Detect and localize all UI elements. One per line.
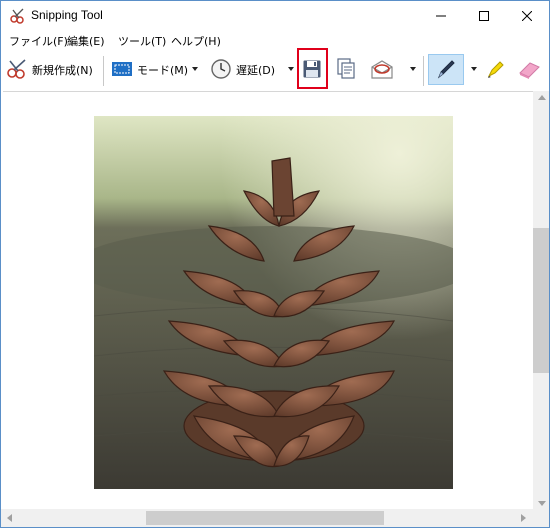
scrollbar-corner — [534, 509, 549, 527]
scroll-up-arrow[interactable] — [538, 95, 546, 100]
window-title: Snipping Tool — [31, 8, 103, 22]
menu-edit[interactable]: 編集(E) — [67, 33, 105, 49]
scroll-left-arrow[interactable] — [7, 514, 12, 522]
delay-button[interactable]: 遅延(D) — [210, 58, 275, 82]
send-email-icon — [370, 58, 396, 83]
mode-dropdown-arrow[interactable] — [192, 67, 198, 71]
delay-label: 遅延(D) — [236, 64, 276, 77]
maximize-button[interactable] — [461, 1, 507, 31]
save-icon — [302, 59, 322, 82]
minimize-button[interactable] — [418, 1, 464, 31]
close-button[interactable] — [504, 1, 549, 31]
copy-icon — [336, 57, 356, 83]
new-snip-icon — [6, 58, 28, 82]
new-snip-button[interactable]: 新規作成(N) — [6, 58, 93, 82]
delay-dropdown-arrow[interactable] — [288, 67, 294, 71]
snipping-tool-window: Snipping Tool ファイル(F) 編集(E) ツール(T) ヘルプ(H… — [0, 0, 550, 528]
pen-tool[interactable] — [436, 58, 456, 82]
menu-bar: ファイル(F) 編集(E) ツール(T) ヘルプ(H) — [1, 31, 549, 51]
snipping-tool-icon — [10, 8, 26, 24]
menu-file[interactable]: ファイル(F) — [9, 33, 68, 49]
send-dropdown-arrow[interactable] — [410, 67, 416, 71]
menu-help[interactable]: ヘルプ(H) — [171, 33, 221, 49]
title-bar[interactable]: Snipping Tool — [1, 1, 549, 31]
mode-button[interactable]: モード(M) — [111, 58, 188, 82]
mode-label: モード(M) — [137, 64, 189, 77]
copy-button[interactable] — [336, 57, 356, 83]
eraser-button[interactable] — [517, 58, 541, 82]
highlighter-button[interactable] — [485, 58, 505, 82]
toolbar-separator — [423, 56, 424, 86]
mode-icon — [111, 60, 133, 81]
vertical-scroll-thumb[interactable] — [533, 228, 549, 373]
close-icon — [522, 11, 532, 21]
horizontal-scroll-thumb[interactable] — [146, 511, 384, 525]
snip-canvas[interactable] — [3, 91, 534, 509]
delay-clock-icon — [210, 58, 232, 83]
maximize-icon — [479, 11, 489, 21]
send-snip-button[interactable] — [370, 58, 396, 82]
minimize-icon — [436, 15, 446, 17]
new-snip-label: 新規作成(N) — [32, 64, 93, 77]
scroll-right-arrow[interactable] — [521, 514, 526, 522]
pen-dropdown-arrow[interactable] — [471, 67, 477, 71]
toolbar-separator — [103, 56, 104, 86]
eraser-icon — [517, 58, 541, 83]
highlighter-icon — [485, 58, 505, 83]
scroll-down-arrow[interactable] — [538, 501, 546, 506]
menu-tools[interactable]: ツール(T) — [118, 33, 166, 49]
pen-icon — [436, 58, 456, 83]
save-button[interactable] — [302, 58, 322, 82]
captured-image — [94, 116, 453, 489]
